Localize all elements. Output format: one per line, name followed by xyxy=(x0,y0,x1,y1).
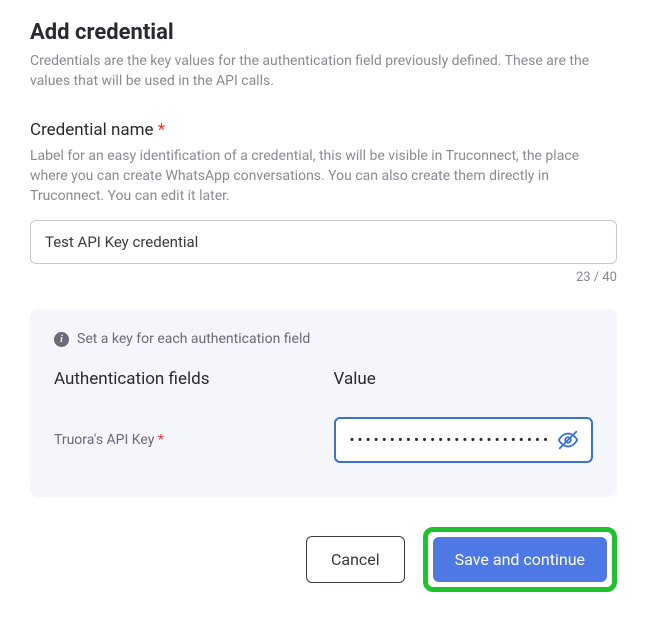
auth-fields-header: Authentication fields xyxy=(54,369,314,389)
eye-off-icon xyxy=(557,429,579,451)
api-key-input-wrap xyxy=(334,417,594,463)
page-title: Add credential xyxy=(30,20,617,45)
value-header: Value xyxy=(334,369,594,389)
required-asterisk: * xyxy=(158,432,164,448)
panel-hint-text: Set a key for each authentication field xyxy=(77,331,310,347)
panel-hint: i Set a key for each authentication fiel… xyxy=(54,331,593,347)
toggle-visibility-button[interactable] xyxy=(553,425,583,455)
actions-row: Cancel Save and continue xyxy=(30,527,617,592)
credential-name-label: Credential name * xyxy=(30,120,617,140)
required-asterisk: * xyxy=(158,120,165,140)
auth-row-label-text: Truora's API Key xyxy=(54,432,154,448)
credential-name-input[interactable] xyxy=(30,220,617,264)
credential-name-label-text: Credential name xyxy=(30,120,154,140)
credential-name-help: Label for an easy identification of a cr… xyxy=(30,146,617,207)
highlight-box: Save and continue xyxy=(423,527,617,592)
cancel-button[interactable]: Cancel xyxy=(306,536,405,583)
info-icon: i xyxy=(54,332,69,347)
char-counter: 23 / 40 xyxy=(30,270,617,285)
page-subtitle: Credentials are the key values for the a… xyxy=(30,51,617,92)
auth-fields-panel: i Set a key for each authentication fiel… xyxy=(30,309,617,497)
save-button[interactable]: Save and continue xyxy=(433,537,607,582)
auth-row-label: Truora's API Key * xyxy=(54,432,314,448)
credential-name-section: Credential name * Label for an easy iden… xyxy=(30,120,617,286)
